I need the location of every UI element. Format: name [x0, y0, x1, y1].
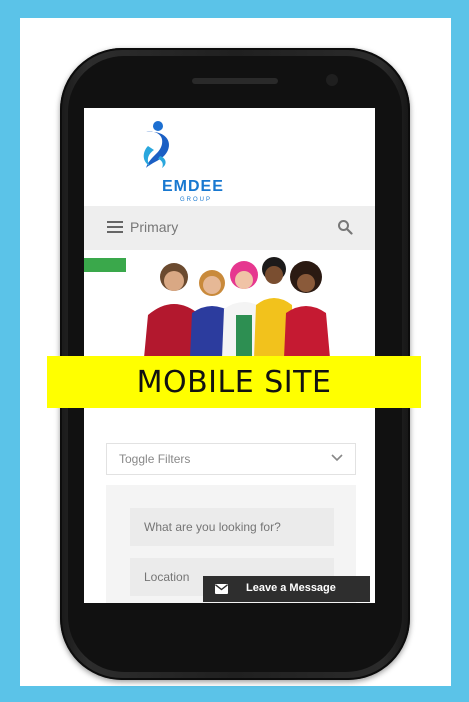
- phone-camera: [326, 74, 338, 86]
- logo-subtext: GROUP: [180, 197, 213, 203]
- leave-message-label: Leave a Message: [246, 582, 336, 594]
- mobile-site-label: MOBILE SITE: [136, 364, 332, 400]
- phone-speaker: [192, 78, 278, 84]
- menu-label[interactable]: Primary: [130, 219, 178, 235]
- mobile-site-banner: MOBILE SITE: [47, 356, 421, 408]
- hamburger-icon[interactable]: [107, 221, 123, 233]
- envelope-icon: [215, 584, 228, 594]
- search-icon[interactable]: [337, 219, 353, 235]
- navbar: Primary: [84, 206, 375, 250]
- leave-message-bar[interactable]: Leave a Message: [203, 576, 370, 602]
- site-logo[interactable]: EMDEE GROUP: [124, 116, 223, 204]
- logo-text: EMDEE: [162, 178, 224, 195]
- hero-image: [126, 253, 338, 358]
- keyword-input[interactable]: [130, 508, 334, 546]
- toggle-filters-label: Toggle Filters: [119, 452, 191, 466]
- chevron-down-icon: [331, 454, 343, 462]
- toggle-filters[interactable]: Toggle Filters: [106, 443, 356, 475]
